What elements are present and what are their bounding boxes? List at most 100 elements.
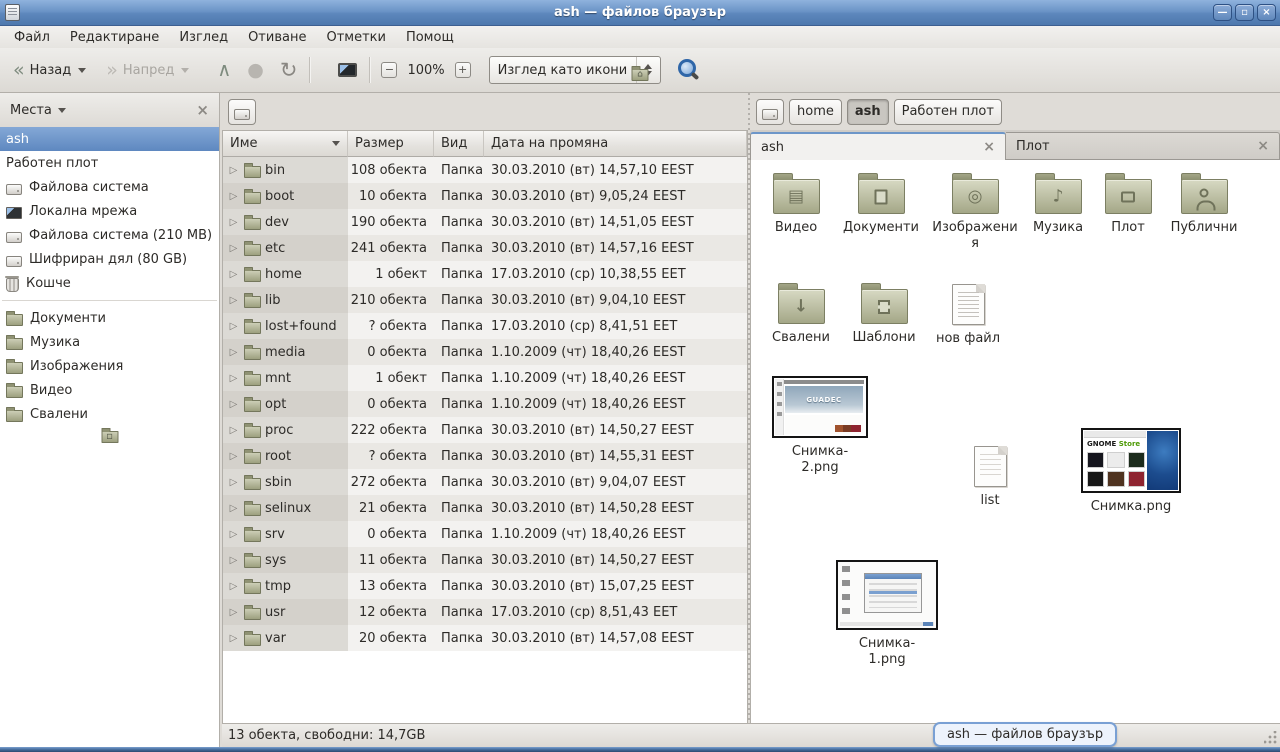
resize-grip[interactable] — [1264, 731, 1278, 745]
table-row[interactable]: ▷opt0 обектаПапка1.10.2009 (чт) 18,40,26… — [223, 391, 747, 417]
menu-item-3[interactable]: Отиване — [238, 28, 316, 47]
table-row[interactable]: ▷boot10 обектаПапка30.03.2010 (вт) 9,05,… — [223, 183, 747, 209]
expander-icon[interactable]: ▷ — [227, 243, 240, 254]
back-button[interactable]: « Назад — [8, 57, 91, 84]
table-row[interactable]: ▷lib210 обектаПапка30.03.2010 (вт) 9,04,… — [223, 287, 747, 313]
sidebar-item-Локална мрежа[interactable]: Локална мрежа — [0, 199, 219, 223]
expander-icon[interactable]: ▷ — [227, 295, 240, 306]
table-row[interactable]: ▷sys11 обектаПапка30.03.2010 (вт) 14,50,… — [223, 547, 747, 573]
expander-icon[interactable]: ▷ — [227, 633, 240, 644]
icon-item-list[interactable]: list — [957, 444, 1023, 509]
icon-item-Снимка.png[interactable]: GNOME StoreСнимка.png — [1071, 428, 1191, 515]
menu-item-1[interactable]: Редактиране — [60, 28, 169, 47]
expander-icon[interactable]: ▷ — [227, 425, 240, 436]
tab-close-icon[interactable]: × — [983, 139, 995, 155]
sidebar-mode-caret-icon[interactable] — [58, 108, 66, 113]
sidebar-item-Работен плот[interactable]: Работен плот — [0, 151, 219, 175]
table-row[interactable]: ▷etc241 обектаПапка30.03.2010 (вт) 14,57… — [223, 235, 747, 261]
computer-button[interactable] — [333, 59, 362, 81]
forward-button[interactable]: » Напред — [101, 57, 194, 84]
icon-item-Видео[interactable]: ▤Видео — [759, 172, 833, 236]
icon-item-нов файл[interactable]: нов файл — [929, 282, 1007, 347]
path-button-ash[interactable]: ash — [847, 99, 889, 125]
expander-icon[interactable]: ▷ — [227, 399, 240, 410]
minimize-button[interactable]: — — [1213, 4, 1232, 21]
forward-history-caret-icon[interactable] — [181, 68, 189, 73]
icon-item-Плот[interactable]: Плот — [1097, 172, 1159, 236]
zoom-in-button[interactable]: + — [455, 62, 471, 78]
tab-Плот[interactable]: Плот× — [1006, 132, 1280, 160]
table-row[interactable]: ▷tmp13 обектаПапка30.03.2010 (вт) 15,07,… — [223, 573, 747, 599]
back-history-caret-icon[interactable] — [78, 68, 86, 73]
icon-item-Изображения[interactable]: ◎Изображения — [931, 172, 1019, 252]
expander-icon[interactable]: ▷ — [227, 555, 240, 566]
icon-item-Шаблони[interactable]: Шаблони — [845, 282, 923, 346]
home-button[interactable] — [317, 66, 327, 74]
menu-item-0[interactable]: Файл — [4, 28, 60, 47]
search-button[interactable] — [675, 57, 701, 83]
icon-item-Публични[interactable]: Публични — [1163, 172, 1245, 236]
sidebar-item-Документи[interactable]: Документи — [0, 306, 219, 330]
expander-icon[interactable]: ▷ — [227, 347, 240, 358]
expander-icon[interactable]: ▷ — [227, 607, 240, 618]
stop-button[interactable]: ● — [242, 57, 269, 84]
path-button-Работен плот[interactable]: Работен плот — [894, 99, 1002, 125]
table-row[interactable]: ▷selinux21 обектаПапка30.03.2010 (вт) 14… — [223, 495, 747, 521]
expander-icon[interactable]: ▷ — [227, 529, 240, 540]
table-row[interactable]: ▷dev190 обектаПапка30.03.2010 (вт) 14,51… — [223, 209, 747, 235]
sidebar-item-Файлова система (210 MB)[interactable]: Файлова система (210 MB) — [0, 223, 219, 247]
sidebar-item-Музика[interactable]: Музика — [0, 330, 219, 354]
sidebar-item-Свалени[interactable]: Свалени — [0, 402, 219, 426]
table-row[interactable]: ▷root? обектаПапка30.03.2010 (вт) 14,55,… — [223, 443, 747, 469]
icon-item-Музика[interactable]: ♪Музика — [1023, 172, 1093, 236]
column-header-1[interactable]: Размер — [348, 131, 434, 157]
zoom-out-button[interactable]: − — [381, 62, 397, 78]
expander-icon[interactable]: ▷ — [227, 503, 240, 514]
icon-item-Снимка-2.png[interactable]: GUADECСнимка-2.png — [767, 376, 873, 476]
table-row[interactable]: ▷proc222 обектаПапка30.03.2010 (вт) 14,5… — [223, 417, 747, 443]
tab-ash[interactable]: ash× — [750, 132, 1006, 160]
table-row[interactable]: ▷sbin272 обектаПапка30.03.2010 (вт) 9,04… — [223, 469, 747, 495]
expander-icon[interactable]: ▷ — [227, 269, 240, 280]
expander-icon[interactable]: ▷ — [227, 451, 240, 462]
sidebar-item-Шифриран дял (80 GB)[interactable]: Шифриран дял (80 GB) — [0, 247, 219, 271]
sidebar-item-Кошче[interactable]: Кошче — [0, 271, 219, 295]
icon-item-Снимка-1.png[interactable]: Снимка-1.png — [829, 560, 945, 668]
table-row[interactable]: ▷media0 обектаПапка1.10.2009 (чт) 18,40,… — [223, 339, 747, 365]
menu-item-4[interactable]: Отметки — [316, 28, 395, 47]
table-row[interactable]: ▷lost+found? обектаПапка17.03.2010 (ср) … — [223, 313, 747, 339]
maximize-button[interactable]: ▫ — [1235, 4, 1254, 21]
sidebar-item-ash[interactable]: ash — [0, 127, 219, 151]
expander-icon[interactable]: ▷ — [227, 321, 240, 332]
path-button-root[interactable] — [756, 99, 784, 125]
sidebar-item-Видео[interactable]: Видео — [0, 378, 219, 402]
expander-icon[interactable]: ▷ — [227, 191, 240, 202]
tab-close-icon[interactable]: × — [1257, 138, 1269, 154]
expander-icon[interactable]: ▷ — [227, 165, 240, 176]
expander-icon[interactable]: ▷ — [227, 477, 240, 488]
sidebar-item-Изображения[interactable]: Изображения — [0, 354, 219, 378]
table-row[interactable]: ▷mnt1 обектПапка1.10.2009 (чт) 18,40,26 … — [223, 365, 747, 391]
sidebar-item-Файлова система[interactable]: Файлова система — [0, 175, 219, 199]
path-button-home[interactable]: home — [789, 99, 842, 125]
sidebar-title[interactable]: Места — [10, 103, 52, 118]
up-button[interactable]: ∧ — [212, 57, 236, 84]
close-button[interactable]: × — [1257, 4, 1276, 21]
column-header-3[interactable]: Дата на промяна — [484, 131, 747, 157]
table-row[interactable]: ▷home1 обектПапка17.03.2010 (ср) 10,38,5… — [223, 261, 747, 287]
table-row[interactable]: ▷srv0 обектаПапка1.10.2009 (чт) 18,40,26… — [223, 521, 747, 547]
expander-icon[interactable]: ▷ — [227, 581, 240, 592]
expander-icon[interactable]: ▷ — [227, 373, 240, 384]
column-header-0[interactable]: Име — [223, 131, 348, 157]
table-row[interactable]: ▷usr12 обектаПапка17.03.2010 (ср) 8,51,4… — [223, 599, 747, 625]
reload-button[interactable]: ↻ — [275, 56, 303, 85]
sidebar-close-icon[interactable]: × — [196, 101, 209, 119]
icon-item-Свалени[interactable]: ↓Свалени — [763, 282, 839, 346]
expander-icon[interactable]: ▷ — [227, 217, 240, 228]
menu-item-5[interactable]: Помощ — [396, 28, 464, 47]
table-row[interactable]: ▷bin108 обектаПапка30.03.2010 (вт) 14,57… — [223, 157, 747, 183]
table-row[interactable]: ▷var20 обектаПапка30.03.2010 (вт) 14,57,… — [223, 625, 747, 651]
menu-item-2[interactable]: Изглед — [169, 28, 238, 47]
root-location-button[interactable] — [228, 99, 256, 125]
column-header-2[interactable]: Вид — [434, 131, 484, 157]
